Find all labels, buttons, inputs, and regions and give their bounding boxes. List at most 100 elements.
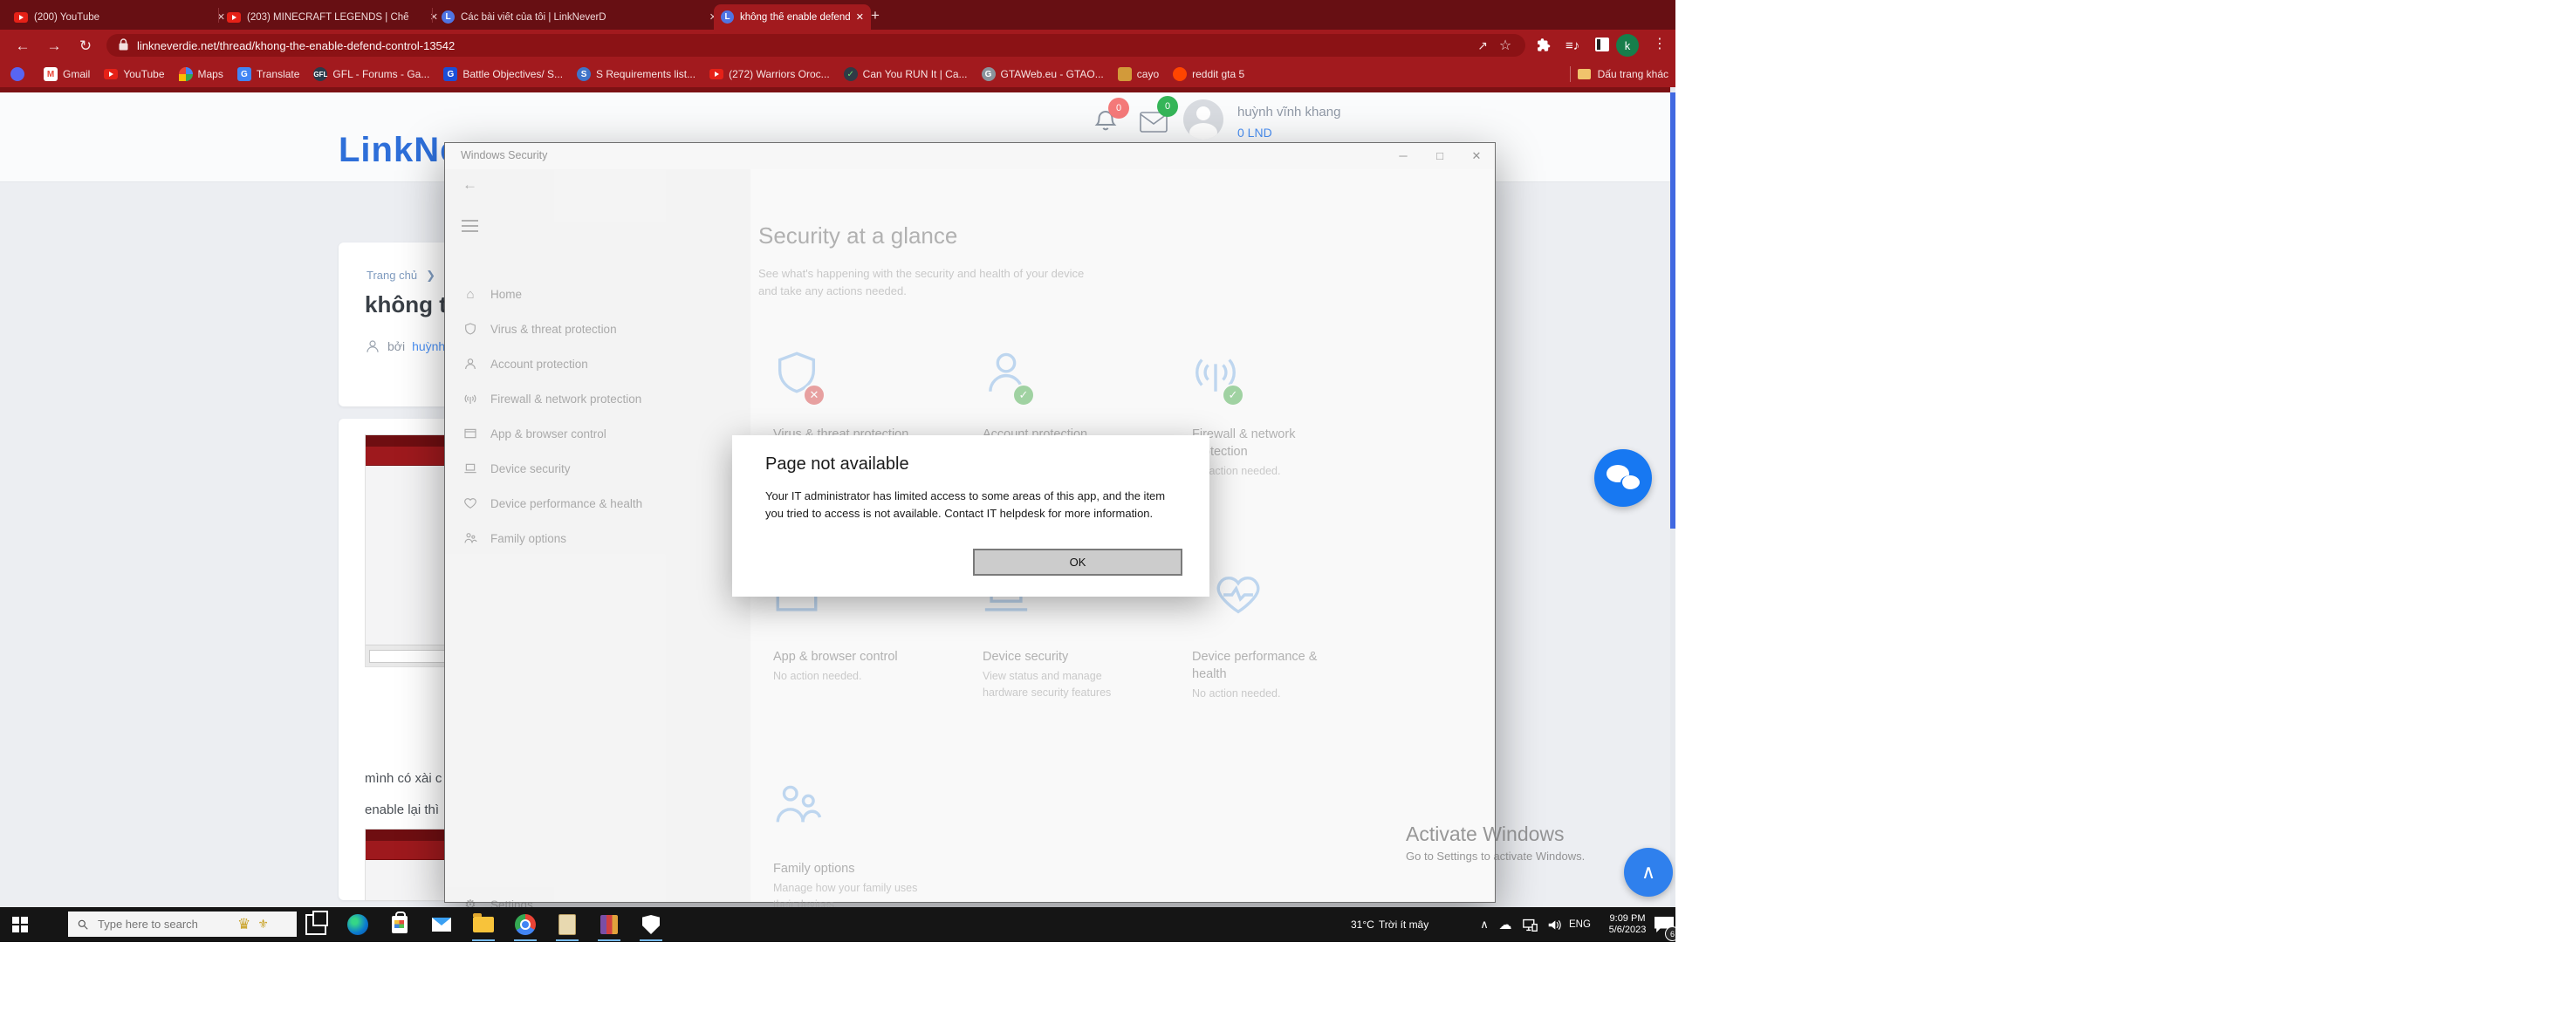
network-icon[interactable]: [1518, 907, 1541, 942]
volume-icon[interactable]: [1543, 907, 1565, 942]
nav-item-family[interactable]: Family options: [445, 522, 750, 554]
playlist-extension-icon[interactable]: ≡♪: [1565, 38, 1579, 53]
bookmark-reddit[interactable]: reddit gta 5: [1173, 67, 1244, 81]
taskbar-clock[interactable]: 9:09 PM 5/6/2023: [1599, 907, 1656, 942]
nav-item-home[interactable]: ⌂ Home: [445, 278, 750, 310]
tab-youtube[interactable]: (200) YouTube ✕: [7, 4, 232, 30]
youtube-favicon: [227, 11, 241, 23]
user-name[interactable]: huỳnh vĩnh khang: [1237, 105, 1340, 119]
weather-widget[interactable]: 31°C Trời ít mây: [1351, 907, 1428, 942]
user-credit[interactable]: 0 LND: [1237, 126, 1272, 140]
linkneverdie-favicon: L: [721, 10, 734, 24]
forward-button[interactable]: →: [44, 36, 65, 57]
ok-badge-icon: ✓: [1012, 384, 1035, 406]
windows-security-window: Windows Security ─ □ ✕ ← ⌂ Home Virus & …: [444, 142, 1496, 912]
user-avatar[interactable]: [1183, 99, 1223, 140]
nav-item-virus-threat[interactable]: Virus & threat protection: [445, 313, 750, 345]
nav-item-app-browser[interactable]: App & browser control: [445, 418, 750, 449]
active-app-indicator: [640, 939, 662, 941]
file-explorer-taskbar-icon[interactable]: [469, 911, 497, 939]
nav-item-firewall[interactable]: Firewall & network protection: [445, 383, 750, 414]
ok-button[interactable]: OK: [973, 549, 1182, 576]
bookmark-requirements[interactable]: S S Requirements list...: [577, 67, 695, 81]
nav-back-icon[interactable]: ←: [462, 176, 477, 194]
tab-my-posts[interactable]: L Các bài viết của tôi | LinkNeverD ✕: [435, 4, 724, 30]
tile-family-options[interactable]: Family options Manage how your family us…: [759, 780, 956, 913]
search-input[interactable]: [96, 917, 230, 932]
notification-badge: 6: [1665, 926, 1675, 941]
browser-toolbar: ← → ↻ linkneverdie.net/thread/khong-the-…: [0, 30, 1675, 61]
lock-icon: [119, 38, 128, 53]
document-taskbar-icon[interactable]: [553, 911, 581, 939]
maximize-button[interactable]: □: [1422, 143, 1458, 168]
discord-icon: [10, 67, 24, 81]
scrollbar-thumb[interactable]: [1670, 92, 1675, 529]
bookmark-discord[interactable]: [10, 67, 30, 81]
task-view-button[interactable]: [302, 911, 330, 939]
action-center-button[interactable]: 6: [1655, 907, 1675, 942]
bookmark-battle-objectives[interactable]: G Battle Objectives/ S...: [443, 67, 563, 81]
scroll-to-top-button[interactable]: ∧: [1624, 848, 1673, 897]
new-tab-button[interactable]: +: [866, 6, 885, 25]
bookmark-cayo[interactable]: cayo: [1117, 67, 1159, 81]
minimize-button[interactable]: ─: [1385, 143, 1422, 168]
breadcrumb-home[interactable]: Trang chủ: [367, 269, 417, 283]
mail-taskbar-icon[interactable]: [428, 911, 456, 939]
tab-minecraft[interactable]: (203) MINECRAFT LEGENDS | Chế ✕: [220, 4, 445, 30]
reader-extension-icon[interactable]: [1595, 38, 1609, 54]
extensions-puzzle-icon[interactable]: [1536, 38, 1551, 55]
language-indicator[interactable]: ENG: [1569, 907, 1591, 942]
taskbar-search[interactable]: ♛ ⚜: [68, 912, 297, 937]
tray-chevron-icon[interactable]: ∧: [1473, 907, 1496, 942]
bookmark-youtube[interactable]: YouTube: [104, 68, 165, 80]
edge-taskbar-icon[interactable]: [344, 911, 372, 939]
author-link[interactable]: huỳnh: [412, 339, 445, 353]
tab-title: Các bài viết của tôi | LinkNeverD: [461, 11, 606, 23]
activate-windows-hint: Go to Settings to activate Windows.: [1406, 850, 1586, 863]
reddit-icon: [1173, 67, 1188, 81]
back-button[interactable]: ←: [12, 36, 33, 57]
browser-menu-icon[interactable]: ⋮: [1653, 35, 1668, 52]
start-button[interactable]: [12, 917, 28, 932]
date: 5/6/2023: [1608, 925, 1647, 935]
bookmark-warriors[interactable]: (272) Warriors Oroc...: [709, 68, 830, 80]
bookmark-gfl[interactable]: GFL GFL - Forums - Ga...: [313, 67, 429, 81]
windows-security-taskbar-icon[interactable]: [637, 911, 665, 939]
tab-close-icon[interactable]: ✕: [856, 11, 864, 23]
author-row: bởi huỳnh: [365, 338, 445, 354]
temperature: 31°C: [1351, 918, 1374, 931]
nav-item-device-security[interactable]: Device security: [445, 453, 750, 484]
bookmark-translate[interactable]: G Translate: [236, 67, 299, 81]
bookmark-canyourun[interactable]: ✓ Can You RUN It | Ca...: [843, 67, 968, 81]
nav-item-performance[interactable]: Device performance & health: [445, 488, 750, 519]
person-icon: [367, 340, 379, 352]
post-text-line: mình có xài c: [365, 771, 442, 786]
profile-avatar[interactable]: k: [1616, 34, 1639, 57]
hamburger-menu-icon[interactable]: [462, 216, 478, 236]
close-button[interactable]: ✕: [1458, 143, 1495, 168]
url-text: linkneverdie.net/thread/khong-the-enable…: [137, 38, 456, 52]
address-bar[interactable]: linkneverdie.net/thread/khong-the-enable…: [106, 34, 1525, 57]
heart-pulse-icon: [1216, 576, 1260, 614]
other-bookmarks[interactable]: Dấu trang khác: [1569, 61, 1668, 87]
tab-active-thread[interactable]: L không thể enable defend contro ✕: [714, 4, 871, 30]
bookmark-star-icon[interactable]: ☆: [1494, 37, 1517, 54]
family-icon: [776, 785, 822, 823]
page-scrollbar[interactable]: [1670, 87, 1675, 907]
bookmark-maps[interactable]: Maps: [178, 67, 223, 81]
chat-fab-button[interactable]: [1594, 449, 1652, 507]
dialog-title: Page not available: [765, 454, 909, 474]
winrar-taskbar-icon[interactable]: [595, 911, 623, 939]
chrome-taskbar-icon[interactable]: [511, 911, 539, 939]
share-icon[interactable]: ↗: [1471, 37, 1494, 54]
bookmark-gtaweb[interactable]: G GTAWeb.eu - GTAO...: [981, 67, 1104, 81]
bell-badge: 0: [1108, 98, 1129, 119]
nav-item-account[interactable]: Account protection: [445, 348, 750, 379]
site-logo[interactable]: LinkNe: [339, 131, 460, 170]
gfl-icon: GFL: [313, 67, 328, 81]
error-badge-icon: ✕: [803, 384, 826, 406]
onedrive-cloud-icon[interactable]: ☁: [1494, 907, 1517, 942]
store-taskbar-icon[interactable]: [386, 911, 414, 939]
bookmark-gmail[interactable]: M Gmail: [44, 67, 90, 81]
reload-button[interactable]: ↻: [75, 36, 96, 57]
